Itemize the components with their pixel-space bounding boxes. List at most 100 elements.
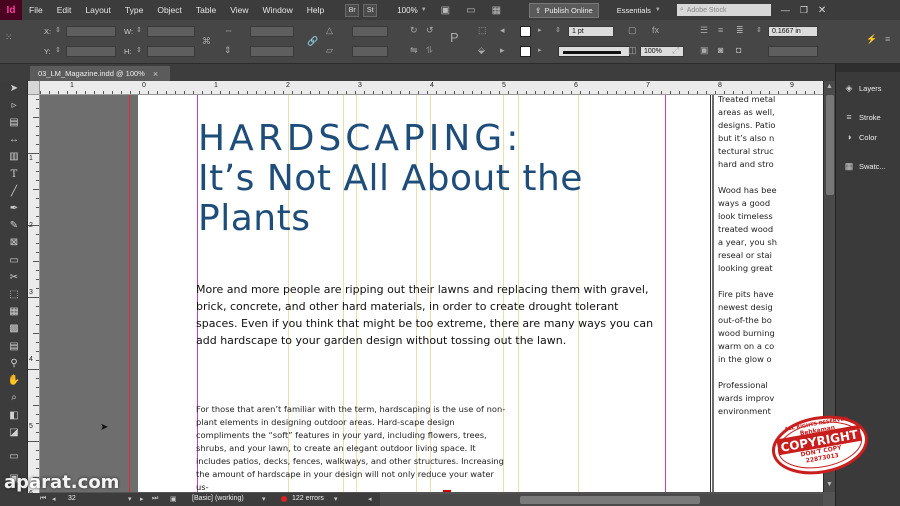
eyedropper-tool-icon[interactable]: ⚲ [6, 357, 22, 371]
align-left-icon[interactable]: ≡ [718, 25, 723, 36]
stroke-swatch[interactable] [520, 46, 531, 57]
menu-file[interactable]: File [22, 5, 50, 15]
stepper-icon[interactable]: ⇕ [756, 25, 762, 36]
select-next-icon[interactable]: ▸ [500, 45, 505, 56]
shear-field[interactable] [352, 46, 388, 57]
last-page-icon[interactable]: ⏭ [152, 495, 158, 503]
clear-effects-icon[interactable]: ⤢ [672, 45, 679, 56]
rectangle-frame-tool-icon[interactable]: ⊠ [6, 236, 22, 250]
gradient-feather-tool-icon[interactable]: ▩ [6, 322, 22, 336]
panel-swatches[interactable]: ▦ Swatc... [838, 157, 899, 175]
quick-apply-icon[interactable]: ⚡ [866, 34, 877, 45]
formatting-affects-icon[interactable]: ◪ [6, 426, 22, 440]
chevron-down-icon[interactable]: ▾ [262, 495, 266, 503]
adobe-stock-search[interactable]: ⌕ Adobe Stock [676, 4, 771, 16]
screen-mode-icon[interactable]: ▭ [466, 5, 475, 16]
stepper-icon[interactable]: ⇕ [136, 45, 142, 56]
open-page-icon[interactable]: ▣ [170, 495, 177, 503]
width-field[interactable] [147, 26, 195, 37]
fx-icon[interactable]: fx [652, 25, 659, 36]
column-gap-field[interactable]: 0.1667 in [768, 26, 818, 37]
stepper-icon[interactable]: ⇕ [136, 25, 142, 36]
horizontal-scroll-thumb[interactable] [520, 496, 700, 504]
gradient-tool-icon[interactable]: ▦ [6, 305, 22, 319]
document-tab[interactable]: 03_LM_Magazine.indd @ 100% × [30, 66, 170, 81]
line-tool-icon[interactable]: ╱ [6, 185, 22, 199]
dock-header[interactable] [836, 64, 900, 72]
ruler-origin[interactable] [28, 81, 40, 95]
menu-object[interactable]: Object [150, 5, 189, 15]
rotate-cw-icon[interactable]: ↻ [410, 25, 418, 36]
text-wrap-icon[interactable]: ☰ [700, 25, 708, 36]
overset-marker[interactable] [443, 490, 451, 492]
menu-window[interactable]: Window [256, 5, 300, 15]
rotation-field[interactable] [352, 26, 388, 37]
panel-color[interactable]: ◑ Color [838, 128, 899, 146]
view-options-icon[interactable]: ▣ [441, 5, 450, 16]
chevron-down-icon[interactable]: ▸ [538, 45, 542, 56]
menu-edit[interactable]: Edit [50, 5, 79, 15]
previous-page-icon[interactable]: ◂ [52, 495, 56, 503]
hand-tool-icon[interactable]: ✋ [6, 374, 22, 388]
fill-stroke-icon[interactable]: ◧ [6, 409, 22, 423]
select-container-icon[interactable]: ⬚ [478, 25, 487, 36]
flip-v-icon[interactable]: ⥮ [426, 45, 433, 56]
pencil-tool-icon[interactable]: ✎ [6, 219, 22, 233]
preflight-errors[interactable]: 122 errors [292, 495, 324, 502]
workspace-switcher[interactable]: Essentials ▼ [617, 6, 661, 15]
menu-table[interactable]: Table [189, 5, 223, 15]
first-page-icon[interactable]: ⏮ [40, 495, 46, 503]
scroll-thumb[interactable] [826, 95, 834, 195]
zoom-tool-icon[interactable]: ⌕ [6, 391, 22, 405]
scroll-left-icon[interactable]: ◂ [368, 495, 372, 503]
note-tool-icon[interactable]: ▤ [6, 340, 22, 354]
restore-icon[interactable]: ❐ [800, 5, 808, 16]
column-count-field[interactable] [768, 46, 818, 57]
link-scale-icon[interactable]: 🔗 [307, 36, 318, 47]
document-page[interactable]: HARDSCAPING: It’s Not All About the Plan… [138, 95, 712, 492]
intro-paragraph[interactable]: More and more people are ripping out the… [196, 281, 654, 349]
minimize-icon[interactable]: — [781, 5, 790, 15]
arrange-documents-icon[interactable]: ▦ [492, 5, 501, 16]
frame-fitting-icon[interactable]: ▣ [700, 45, 709, 56]
menu-type[interactable]: Type [118, 5, 150, 15]
scroll-up-icon[interactable]: ▲ [826, 83, 833, 90]
flip-h-icon[interactable]: ⇋ [410, 45, 418, 56]
rectangle-tool-icon[interactable]: ▭ [6, 254, 22, 268]
stepper-icon[interactable]: ⇕ [55, 45, 61, 56]
chevron-down-icon[interactable]: ▸ [538, 25, 542, 36]
stock-button[interactable]: St [363, 3, 378, 17]
y-field[interactable] [66, 46, 116, 57]
gap-tool-icon[interactable]: ↔ [6, 133, 22, 147]
article-headline[interactable]: HARDSCAPING: It’s Not All About the Plan… [198, 119, 708, 239]
stepper-icon[interactable]: ⇕ [55, 25, 61, 36]
stroke-type-dropdown[interactable] [558, 46, 630, 57]
preview-mode-icon[interactable]: ▭ [6, 450, 22, 464]
page-tool-icon[interactable]: ▤ [6, 116, 22, 130]
stroke-weight-field[interactable]: 1 pt [568, 26, 614, 37]
pasteboard[interactable]: HARDSCAPING: It’s Not All About the Plan… [40, 95, 823, 492]
height-field[interactable] [147, 46, 195, 57]
constrain-proportions-icon[interactable]: ⌘ [202, 36, 211, 47]
type-tool-icon[interactable]: T [6, 168, 22, 182]
body-text-frame[interactable]: For those that aren’t familiar with the … [196, 403, 506, 492]
scale-y-field[interactable] [250, 46, 294, 57]
fit-frame-icon[interactable]: ◘ [736, 45, 741, 56]
selection-tool-icon[interactable]: ➤ [6, 82, 22, 96]
scroll-down-icon[interactable]: ▼ [826, 481, 833, 488]
page-number[interactable]: 32 [68, 495, 76, 502]
chevron-down-icon[interactable]: ▾ [128, 495, 132, 503]
publish-online-button[interactable]: ⇪ Publish Online [529, 2, 599, 18]
content-collector-icon[interactable]: ▥ [6, 150, 22, 164]
panel-layers[interactable]: ◈ Layers [838, 79, 899, 97]
scissors-tool-icon[interactable]: ✂ [6, 271, 22, 285]
direct-selection-tool-icon[interactable]: ▹ [6, 99, 22, 113]
pen-tool-icon[interactable]: ✒ [6, 202, 22, 216]
reference-point-icon[interactable]: ⁙ [5, 32, 13, 43]
menu-view[interactable]: View [223, 5, 255, 15]
close-icon[interactable]: ✕ [818, 5, 826, 16]
stepper-icon[interactable]: ⇕ [555, 25, 561, 36]
fill-swatch[interactable] [520, 26, 531, 37]
panel-stroke[interactable]: ≡ Stroke [838, 108, 899, 126]
menu-layout[interactable]: Layout [78, 5, 118, 15]
